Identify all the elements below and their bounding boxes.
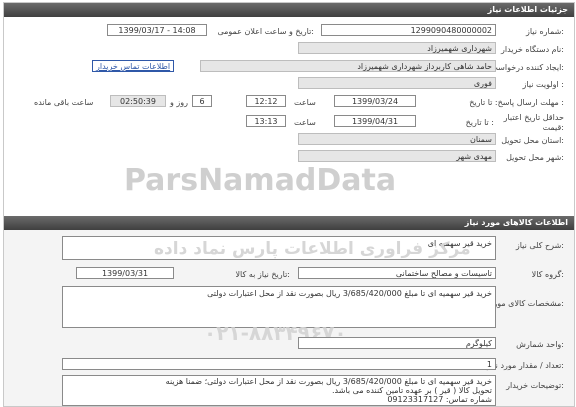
- remaining-label: ساعت باقی مانده: [34, 98, 94, 107]
- priority-field: فوری: [298, 77, 496, 89]
- price-validity-time-field: 13:13: [246, 115, 286, 127]
- reply-days-field: 6: [192, 95, 212, 107]
- buyer-notes-line-3: شماره تماس: 09123317127: [387, 395, 492, 404]
- reply-deadline-label: مهلت ارسال پاسخ: تا تاریخ :: [469, 98, 564, 107]
- province-label: استان محل تحویل:: [501, 136, 564, 145]
- announce-date-label: تاریخ و ساعت اعلان عمومی:: [217, 27, 314, 36]
- specs-field: خرید قیر سهمیه ای تا مبلغ 3/685/420/000 …: [62, 286, 496, 328]
- need-number-field: 1299090480000002: [321, 24, 496, 36]
- unit-field: کیلوگرم: [298, 337, 496, 349]
- summary-field: خرید قیر سهمیه ای: [62, 236, 496, 260]
- panel-header: جزئیات اطلاعات نیاز: [4, 3, 574, 17]
- goods-group-field: تاسیسات و مصالح ساختمانی: [298, 267, 496, 279]
- buyer-notes-label: توضیحات خریدار:: [506, 381, 564, 390]
- buyer-notes-line-2: تحویل کالا ( قیر ) بر عهده تامین کننده م…: [332, 386, 492, 395]
- creator-label: ایجاد کننده درخواست:: [490, 63, 564, 72]
- buyer-notes-line-1: خرید قیر سهمیه ای تا مبلغ 3/685/420/000 …: [165, 377, 492, 386]
- price-validity-to-label: تا تاریخ :: [465, 118, 494, 127]
- summary-label: شرح کلی نیاز:: [515, 241, 564, 250]
- quantity-label: تعداد / مقدار مورد نیاز:: [486, 361, 564, 370]
- price-validity-label: حداقل تاریخ اعتبار: [503, 113, 564, 122]
- need-number-label: شماره نیاز:: [525, 27, 564, 36]
- buyer-org-label: نام دستگاه خریدار:: [500, 45, 564, 54]
- creator-field: حامد شاهی کاربرداز شهرداری شهمیرزاد: [200, 60, 496, 72]
- need-date-field: 1399/03/31: [76, 267, 174, 279]
- buyer-notes-field: خرید قیر سهمیه ای تا مبلغ 3/685/420/000 …: [62, 375, 496, 406]
- watermark-brand: ParsNamadData: [124, 163, 397, 198]
- buyer-org-field: شهرداری شهمیرزاد: [298, 42, 496, 54]
- city-field: مهدی شهر: [298, 150, 496, 162]
- goods-section-header: اطلاعات کالاهای مورد نیاز: [4, 216, 574, 230]
- priority-label: اولویت نیاز :: [522, 80, 564, 89]
- reply-days-label: روز و: [170, 98, 188, 107]
- price-validity-time-label: ساعت: [294, 118, 316, 127]
- unit-label: واحد شمارش:: [516, 340, 564, 349]
- price-validity-date-field: 1399/04/31: [334, 115, 416, 127]
- city-label: شهر محل تحویل:: [506, 153, 564, 162]
- buyer-contact-link[interactable]: اطلاعات تماس خریدار: [92, 60, 175, 72]
- need-details-panel: جزئیات اطلاعات نیاز شماره نیاز: 12990904…: [3, 2, 575, 407]
- province-field: سمنان: [298, 133, 496, 145]
- quantity-field: 1: [62, 358, 496, 370]
- remaining-time-field: 02:50:39: [110, 95, 166, 107]
- price-validity-label-2: قیمت:: [542, 123, 564, 132]
- announce-date-field: 1399/03/17 - 14:08: [107, 24, 207, 36]
- need-date-label: تاریخ نیاز به کالا:: [235, 270, 290, 279]
- reply-date-field: 1399/03/24: [334, 95, 416, 107]
- goods-group-label: گروه کالا:: [531, 270, 564, 279]
- reply-time-label: ساعت: [294, 98, 316, 107]
- reply-time-field: 12:12: [246, 95, 286, 107]
